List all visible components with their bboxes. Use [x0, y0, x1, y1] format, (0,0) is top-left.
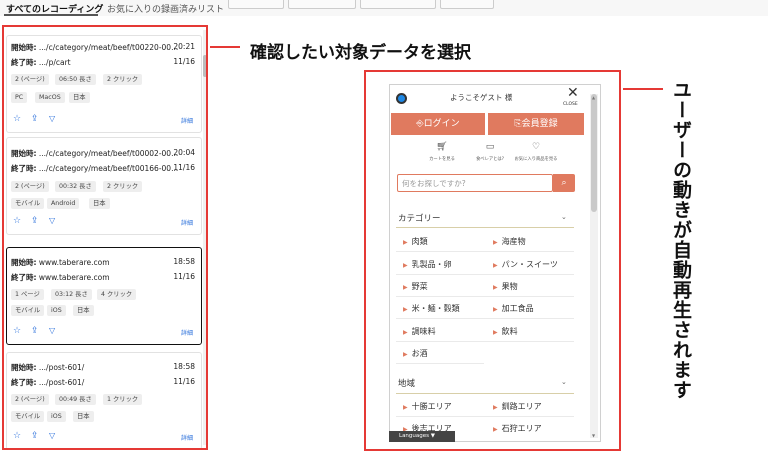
annotation-autoplay: ユーザーの動きが自動再生されます [670, 80, 692, 400]
toolbar-button[interactable] [440, 0, 494, 9]
toolbar-button[interactable] [360, 0, 436, 9]
highlight-box-recordings [2, 25, 208, 450]
callout-line [623, 88, 663, 90]
tab-favorite-recordings[interactable]: お気に入りの録画済みリスト [107, 2, 224, 15]
active-tab-indicator [4, 14, 98, 16]
annotation-select-data: 確認したい対象データを選択 [250, 43, 471, 63]
callout-line [210, 46, 240, 48]
highlight-box-replay [364, 70, 621, 451]
toolbar-button[interactable] [288, 0, 356, 9]
toolbar-button[interactable] [228, 0, 284, 9]
